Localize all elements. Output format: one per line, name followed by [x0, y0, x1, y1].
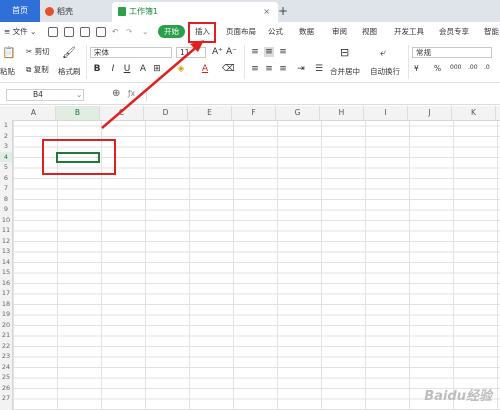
annotation-arrow [101, 40, 204, 129]
arrow-shaft [101, 43, 201, 129]
watermark: Baidu经验 [424, 389, 492, 404]
